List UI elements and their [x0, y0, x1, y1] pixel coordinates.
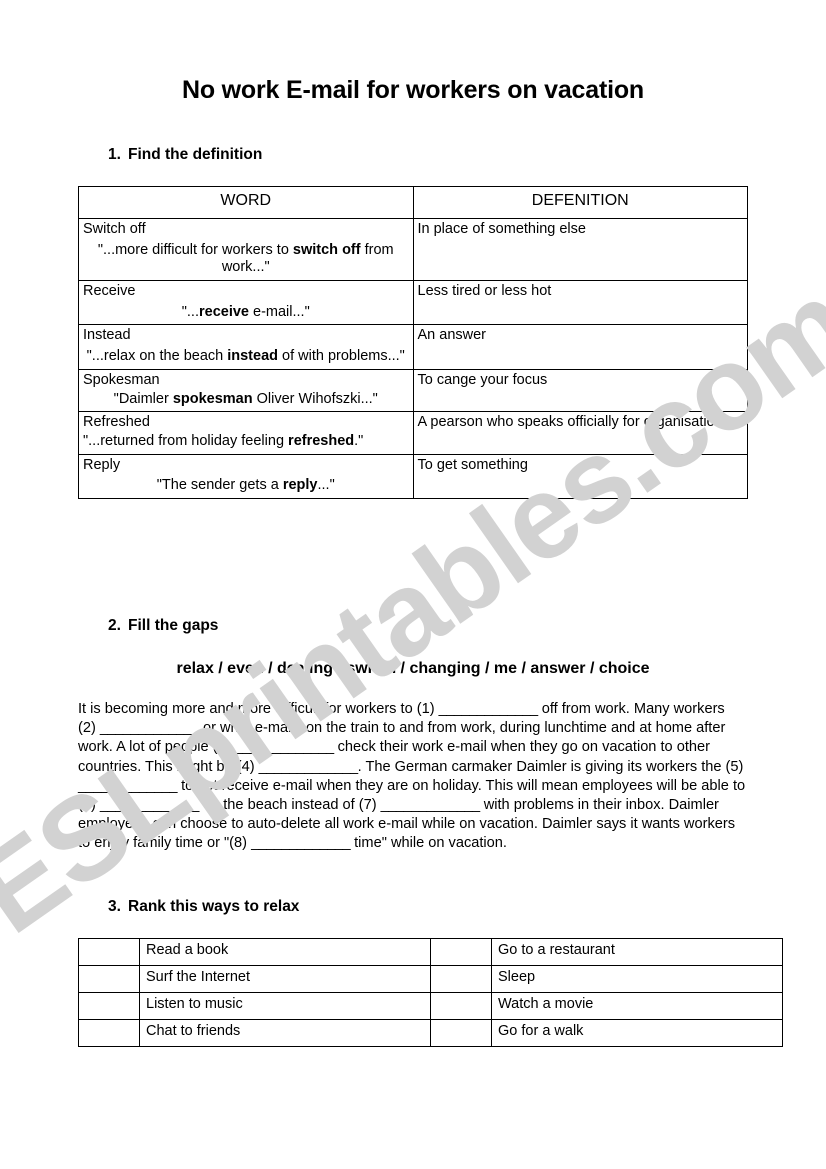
word-quote: "...relax on the beach instead of with p…: [83, 348, 409, 366]
gap-blank[interactable]: _____________: [100, 797, 200, 813]
rank-item-label: Watch a movie: [491, 992, 783, 1020]
quote-after: of with problems...": [278, 348, 405, 365]
gap-text: on the beach instead of (7): [198, 796, 381, 813]
table-row: Spokesman "Daimler spokesman Oliver Wiho…: [78, 368, 748, 413]
quote-keyword: switch off: [292, 241, 361, 258]
rank-input-box[interactable]: [430, 965, 492, 993]
section-number-1: 1.: [108, 146, 121, 163]
column-header-definition: DEFENITION: [412, 186, 748, 219]
quote-before: "...: [181, 303, 199, 320]
quote-before: "...more difficult for workers to: [97, 241, 293, 258]
table-row: Listen to music Watch a movie: [78, 992, 783, 1020]
quote-before: "...relax on the beach: [86, 348, 228, 365]
section-title-1: Find the definition: [128, 146, 263, 163]
rank-item-label: Sleep: [491, 965, 783, 993]
section-heading-2: 2. Fill the gaps: [108, 617, 218, 635]
quote-before: "...returned from holiday feeling: [83, 432, 289, 449]
section-heading-3: 3. Rank this ways to relax: [108, 898, 299, 916]
word-label: Receive: [83, 283, 136, 300]
rank-input-box[interactable]: [430, 938, 492, 966]
word-label: Refreshed: [83, 414, 150, 431]
word-cell: Spokesman "Daimler spokesman Oliver Wiho…: [78, 368, 414, 413]
table-header-row: WORD DEFENITION: [78, 186, 748, 219]
table-row: Chat to friends Go for a walk: [78, 1019, 783, 1047]
quote-before: "Daimler: [113, 390, 173, 407]
table-row: Refreshed "...returned from holiday feel…: [78, 411, 748, 455]
word-label: Reply: [83, 456, 121, 473]
gap-text: . The German carmaker Daimler is giving …: [357, 758, 744, 775]
quote-keyword: spokesman: [172, 390, 253, 407]
rank-input-box[interactable]: [78, 965, 140, 993]
section-title-2: Fill the gaps: [128, 617, 219, 634]
gap-blank[interactable]: _____________: [439, 701, 539, 717]
quote-after: ...": [317, 477, 335, 494]
rank-input-box[interactable]: [78, 938, 140, 966]
rank-item-label: Listen to music: [139, 992, 431, 1020]
definition-cell: A pearson who speaks officially for orga…: [412, 411, 748, 455]
quote-after: e-mail...": [248, 303, 310, 320]
section-number-2: 2.: [108, 617, 121, 634]
word-cell: Receive "...receive e-mail...": [78, 280, 414, 326]
word-bank: relax / even / dealing / switch / changi…: [176, 660, 650, 677]
table-row: Instead "...relax on the beach instead o…: [78, 324, 748, 370]
quote-keyword: instead: [227, 348, 278, 365]
section-number-3: 3.: [108, 898, 121, 915]
definition-cell: Less tired or less hot: [412, 280, 748, 326]
word-cell: Instead "...relax on the beach instead o…: [78, 324, 414, 370]
gap-blank[interactable]: _____________: [259, 759, 359, 775]
word-label: Switch off: [83, 221, 146, 237]
quote-keyword: reply: [282, 477, 318, 494]
rank-input-box[interactable]: [430, 1019, 492, 1047]
table-row: Reply "The sender gets a reply..." To ge…: [78, 453, 748, 499]
column-header-word: WORD: [78, 186, 414, 219]
definition-cell: In place of something else: [412, 217, 748, 282]
rank-item-label: Surf the Internet: [139, 965, 431, 993]
section-title-3: Rank this ways to relax: [128, 898, 300, 915]
rank-input-box[interactable]: [430, 992, 492, 1020]
rank-table: Read a book Go to a restaurant Surf the …: [78, 938, 783, 1047]
rank-item-label: Go for a walk: [491, 1019, 783, 1047]
gap-fill-paragraph: It is becoming more and more difficult f…: [78, 700, 746, 854]
word-cell: Refreshed "...returned from holiday feel…: [78, 411, 414, 455]
rank-item-label: Read a book: [139, 938, 431, 966]
table-row: Surf the Internet Sleep: [78, 965, 783, 993]
rank-item-label: Chat to friends: [139, 1019, 431, 1047]
gap-text: time" while on vacation.: [350, 835, 507, 852]
table-row: Switch off "...more difficult for worker…: [78, 217, 748, 282]
table-row: Read a book Go to a restaurant: [78, 938, 783, 966]
rank-input-box[interactable]: [78, 1019, 140, 1047]
word-cell: Reply "The sender gets a reply...": [78, 453, 414, 499]
quote-before: "The sender gets a: [156, 477, 283, 494]
gap-blank[interactable]: _____________: [235, 739, 335, 755]
gap-blank[interactable]: _____________: [251, 835, 351, 851]
quote-after: .": [354, 432, 364, 449]
rank-input-box[interactable]: [78, 992, 140, 1020]
gap-blank[interactable]: _____________: [78, 778, 178, 794]
table-row: Receive "...receive e-mail..." Less tire…: [78, 280, 748, 326]
quote-keyword: receive: [198, 303, 249, 320]
gap-text: It is becoming more and more difficult f…: [78, 701, 439, 717]
word-quote: "The sender gets a reply...": [83, 477, 409, 495]
definition-cell: To cange your focus: [412, 368, 748, 413]
word-label: Instead: [83, 327, 131, 344]
definition-cell: An answer: [412, 324, 748, 370]
definition-table: WORD DEFENITION Switch off "...more diff…: [78, 186, 748, 499]
word-label: Spokesman: [83, 371, 160, 388]
gap-blank[interactable]: _____________: [100, 720, 200, 736]
section-heading-1: 1. Find the definition: [108, 146, 262, 164]
rank-item-label: Go to a restaurant: [491, 938, 783, 966]
word-quote: "Daimler spokesman Oliver Wihofszki...": [83, 391, 409, 409]
worksheet-page: ESLprintables.com No work E-mail for wor…: [0, 0, 826, 1169]
word-cell: Switch off "...more difficult for worker…: [78, 217, 414, 282]
quote-keyword: refreshed: [288, 432, 355, 449]
quote-after: Oliver Wihofszki...": [252, 390, 378, 407]
word-quote: "...returned from holiday feeling refres…: [83, 433, 409, 451]
page-title: No work E-mail for workers on vacation: [182, 76, 644, 104]
definition-cell: To get something: [412, 453, 748, 499]
word-quote: "...more difficult for workers to switch…: [83, 242, 409, 277]
gap-blank[interactable]: _____________: [381, 797, 481, 813]
word-quote: "...receive e-mail...": [83, 304, 409, 322]
